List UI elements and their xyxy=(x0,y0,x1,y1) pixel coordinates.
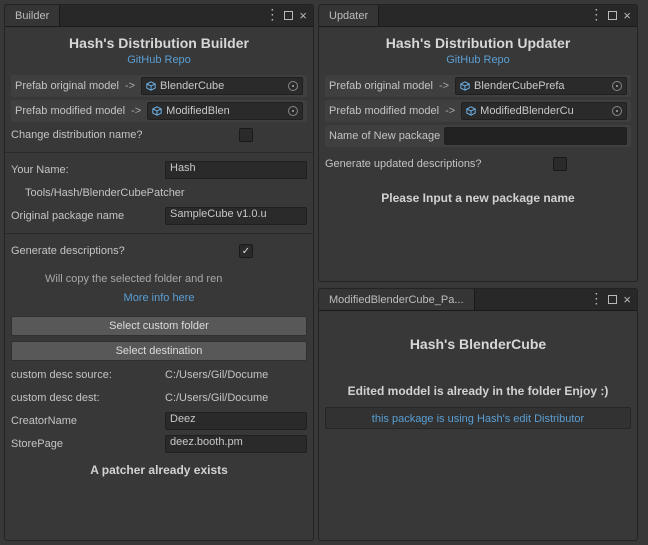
updater-github-link[interactable]: GitHub Repo xyxy=(325,54,631,66)
prefab-original-field[interactable]: BlenderCubePrefa xyxy=(455,77,627,95)
updater-panel: Updater ⋮ × Hash's Distribution Updater … xyxy=(318,4,638,282)
maximize-icon[interactable] xyxy=(608,295,617,304)
orig-pkg-row: Original package name SampleCube v1.0.u xyxy=(11,206,307,226)
close-icon[interactable]: × xyxy=(299,9,307,22)
builder-prefab-original-row: Prefab original model -> BlenderCube xyxy=(11,75,307,97)
gen-desc-label: Generate descriptions? xyxy=(11,245,235,257)
prefab-icon xyxy=(152,106,162,116)
prefab-modified-value: ModifiedBlenderCu xyxy=(480,105,574,117)
change-name-checkbox[interactable] xyxy=(239,128,253,142)
gen-desc-checkbox[interactable]: ✓ xyxy=(239,244,253,258)
close-icon[interactable]: × xyxy=(623,293,631,306)
builder-github-link[interactable]: GitHub Repo xyxy=(11,54,307,66)
prefab-icon xyxy=(460,81,470,91)
inspector-status: Edited moddel is already in the folder E… xyxy=(325,384,631,398)
menu-icon[interactable]: ⋮ xyxy=(589,291,602,305)
select-folder-button[interactable]: Select custom folder xyxy=(11,316,307,336)
change-name-row: Change distribution name? xyxy=(11,125,307,145)
updater-prefab-original-row: Prefab original model -> BlenderCubePref… xyxy=(325,75,631,97)
arrow-icon: -> xyxy=(437,80,451,92)
desc-dst-label: custom desc dest: xyxy=(11,392,161,404)
prefab-original-value: BlenderCube xyxy=(160,80,224,92)
tab-inspector[interactable]: ModifiedBlenderCube_Pa... xyxy=(319,289,475,310)
prefab-modified-field[interactable]: ModifiedBlen xyxy=(147,102,303,120)
orig-pkg-label: Original package name xyxy=(11,210,161,222)
gen-upd-row: Generate updated descriptions? xyxy=(325,154,631,174)
desc-src-label: custom desc source: xyxy=(11,369,161,381)
close-icon[interactable]: × xyxy=(623,9,631,22)
prefab-original-field[interactable]: BlenderCube xyxy=(141,77,303,95)
store-input[interactable]: deez.booth.pm xyxy=(165,435,307,453)
desc-dst-value: C:/Users/Gil/Docume xyxy=(165,392,307,404)
inspector-credit-box: this package is using Hash's edit Distri… xyxy=(325,407,631,429)
updater-title: Hash's Distribution Updater xyxy=(325,35,631,51)
inspector-credit-link[interactable]: this package is using Hash's edit Distri… xyxy=(372,413,584,425)
object-picker-icon[interactable] xyxy=(288,106,298,116)
creator-input[interactable]: Deez xyxy=(165,412,307,430)
desc-src-row: custom desc source: C:/Users/Gil/Docume xyxy=(11,365,307,385)
orig-pkg-input[interactable]: SampleCube v1.0.u xyxy=(165,207,307,225)
prefab-original-label: Prefab original model xyxy=(329,80,433,92)
gen-upd-label: Generate updated descriptions? xyxy=(325,158,549,170)
updater-tabbar: Updater ⋮ × xyxy=(319,5,637,27)
desc-src-value: C:/Users/Gil/Docume xyxy=(165,369,307,381)
maximize-icon[interactable] xyxy=(284,11,293,20)
inspector-tabbar: ModifiedBlenderCube_Pa... ⋮ × xyxy=(319,289,637,311)
prefab-original-label: Prefab original model xyxy=(15,80,119,92)
prefab-modified-label: Prefab modified model xyxy=(329,105,439,117)
prefab-original-value: BlenderCubePrefa xyxy=(474,80,565,92)
new-pkg-input[interactable] xyxy=(444,127,627,145)
inspector-title: Hash's BlenderCube xyxy=(325,336,631,352)
desc-dst-row: custom desc dest: C:/Users/Gil/Docume xyxy=(11,388,307,408)
creator-row: CreatorName Deez xyxy=(11,411,307,431)
builder-tabbar: Builder ⋮ × xyxy=(5,5,313,27)
creator-label: CreatorName xyxy=(11,415,161,427)
your-name-input[interactable]: Hash xyxy=(165,161,307,179)
new-pkg-label: Name of New package xyxy=(329,130,440,142)
change-name-label: Change distribution name? xyxy=(11,129,235,141)
store-row: StorePage deez.booth.pm xyxy=(11,434,307,454)
select-destination-button[interactable]: Select destination xyxy=(11,341,307,361)
builder-title: Hash's Distribution Builder xyxy=(11,35,307,51)
builder-panel: Builder ⋮ × Hash's Distribution Builder … xyxy=(4,4,314,541)
copy-note: Will copy the selected folder and ren xyxy=(11,273,307,285)
menu-icon[interactable]: ⋮ xyxy=(265,7,278,21)
inspector-panel: ModifiedBlenderCube_Pa... ⋮ × Hash's Ble… xyxy=(318,288,638,541)
gen-desc-row: Generate descriptions? ✓ xyxy=(11,241,307,261)
prefab-icon xyxy=(146,81,156,91)
store-label: StorePage xyxy=(11,438,161,450)
arrow-icon: -> xyxy=(443,105,457,117)
tab-updater[interactable]: Updater xyxy=(319,5,379,26)
prefab-modified-field[interactable]: ModifiedBlenderCu xyxy=(461,102,627,120)
menu-icon[interactable]: ⋮ xyxy=(589,7,602,21)
your-name-label: Your Name: xyxy=(11,164,161,176)
more-info-link[interactable]: More info here xyxy=(11,292,307,304)
maximize-icon[interactable] xyxy=(608,11,617,20)
builder-footer: A patcher already exists xyxy=(11,463,307,477)
builder-prefab-modified-row: Prefab modified model -> ModifiedBlen xyxy=(11,100,307,122)
prefab-modified-value: ModifiedBlen xyxy=(166,105,230,117)
prefab-icon xyxy=(466,106,476,116)
tab-builder[interactable]: Builder xyxy=(5,5,60,26)
object-picker-icon[interactable] xyxy=(612,106,622,116)
your-name-row: Your Name: Hash xyxy=(11,160,307,180)
arrow-icon: -> xyxy=(123,80,137,92)
new-pkg-row: Name of New package xyxy=(325,125,631,147)
object-picker-icon[interactable] xyxy=(612,81,622,91)
updater-footer: Please Input a new package name xyxy=(325,191,631,205)
gen-upd-checkbox[interactable] xyxy=(553,157,567,171)
updater-prefab-modified-row: Prefab modified model -> ModifiedBlender… xyxy=(325,100,631,122)
tools-path-row: Tools/Hash/BlenderCubePatcher xyxy=(11,183,307,203)
arrow-icon: -> xyxy=(129,105,143,117)
prefab-modified-label: Prefab modified model xyxy=(15,105,125,117)
tools-path: Tools/Hash/BlenderCubePatcher xyxy=(11,187,185,199)
object-picker-icon[interactable] xyxy=(288,81,298,91)
